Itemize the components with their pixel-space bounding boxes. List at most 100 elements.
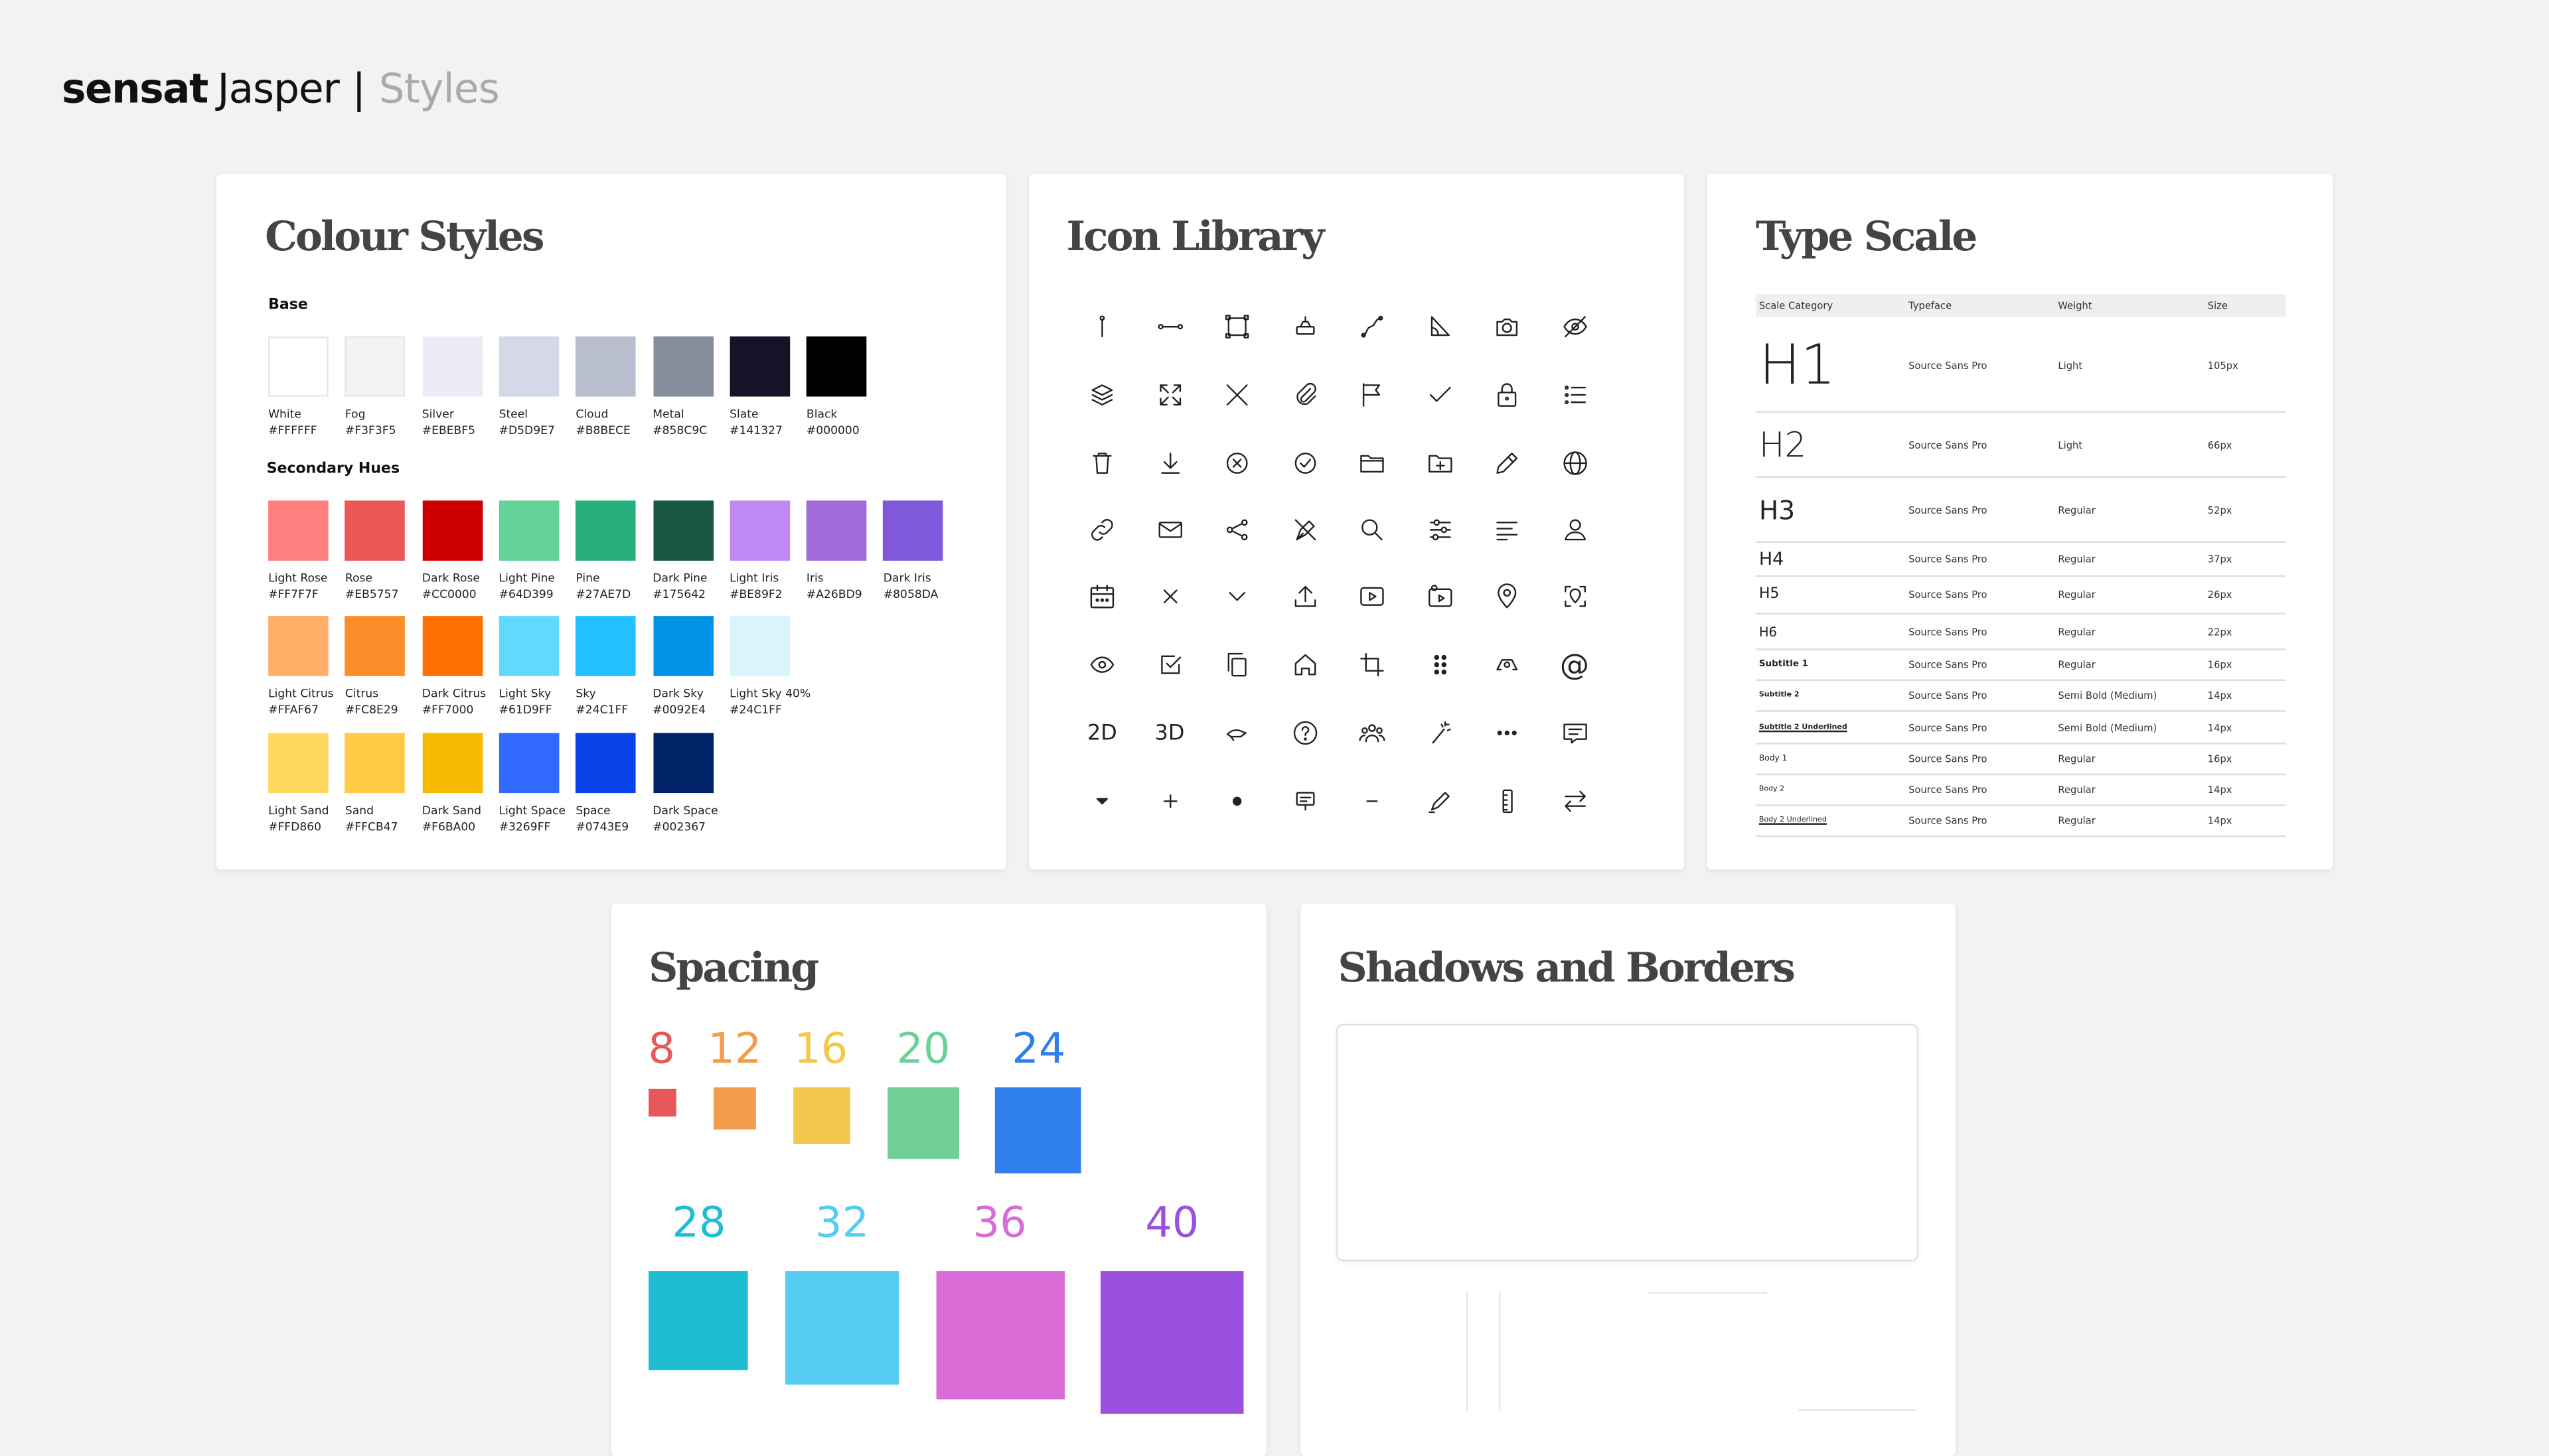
2d-icon: 2D: [1086, 717, 1119, 749]
swatch-hex: #24C1FF: [576, 703, 629, 717]
swatch-color: [268, 733, 329, 794]
layers-icon: [1086, 379, 1119, 411]
design-system-canvas: sensat Jasper | Styles Colour Styles Bas…: [0, 0, 2549, 1456]
spacing-label-40: 40: [1145, 1199, 1199, 1248]
spacing-label-16: 16: [794, 1025, 848, 1074]
at-icon-label: @: [1559, 647, 1589, 682]
swatch-dark-sand: Dark Sand #F6BA00: [422, 733, 483, 835]
globe-icon: [1558, 447, 1590, 479]
3d-icon: 3D: [1154, 717, 1186, 749]
swatch-name: Cloud: [576, 407, 609, 421]
flag-icon: [1355, 379, 1388, 411]
spacing-block-40: [1100, 1271, 1244, 1414]
type-weight: Regular: [2058, 626, 2096, 638]
dot-icon: [1221, 785, 1253, 818]
swatch-hex: #000000: [806, 424, 860, 437]
type-size: 14px: [2207, 816, 2232, 828]
swatch-hex: #141327: [730, 424, 783, 437]
swatch-name: Sky: [576, 687, 596, 701]
swatch-name: Light Space: [499, 804, 566, 818]
type-weight: Regular: [2058, 504, 2096, 516]
spacing-block-24: [994, 1087, 1081, 1174]
swatch-name: Dark Iris: [883, 572, 931, 585]
check-circle-icon: [1288, 447, 1321, 479]
swatch-citrus: Citrus #FC8E29: [345, 616, 406, 718]
type-size: 14px: [2207, 690, 2232, 702]
type-weight: Regular: [2058, 589, 2096, 602]
swatch-light-space: Light Space #3269FF: [499, 733, 566, 835]
help-icon: [1288, 717, 1321, 749]
shadows-borders-title: Shadows and Borders: [1338, 944, 1796, 991]
at-icon: @: [1558, 647, 1590, 682]
swatch-color: [268, 336, 329, 397]
bounding-box-icon: [1221, 311, 1253, 343]
swatch-color: [422, 733, 483, 794]
swatch-color: [730, 500, 790, 561]
swatch-hex: #858C9C: [653, 424, 708, 437]
brand-logo: sensat: [62, 64, 208, 111]
secondary-heading: Secondary Hues: [266, 461, 400, 478]
home-icon: [1288, 648, 1321, 681]
type-row-subtitle-2-underlined: Subtitle 2 Underlined Source Sans Pro Semi…: [1755, 712, 2286, 745]
swatch-hex: #FFFFFF: [268, 424, 317, 437]
swatch-hex: #EBEBF5: [422, 424, 476, 437]
spacing-label-36: 36: [972, 1199, 1027, 1248]
type-sample: Subtitle 2: [1758, 692, 1800, 700]
type-size: 26px: [2207, 589, 2232, 602]
pencil-icon: [1491, 447, 1523, 479]
type-weight: Light: [2058, 360, 2083, 372]
swatch-name: Metal: [653, 407, 684, 421]
location-focus-icon: [1558, 580, 1590, 613]
type-row-h2: H2 Source Sans Pro Light 66px: [1755, 413, 2286, 478]
swatch-light-iris: Light Iris #BE89F2: [730, 500, 790, 603]
swatch-name: White: [268, 407, 301, 421]
swatch-name: Light Sky 40%: [730, 687, 811, 701]
spacing-block-32: [785, 1271, 899, 1385]
folder-add-icon: [1423, 447, 1456, 479]
border-sample-horizontal-1: [1648, 1291, 1768, 1294]
type-sample: Body 2: [1758, 786, 1785, 794]
type-typeface: Source Sans Pro: [1908, 626, 1987, 638]
download-icon: [1154, 447, 1186, 479]
type-size: 16px: [2207, 754, 2232, 766]
swatch-hex: #BE89F2: [730, 588, 783, 602]
swatch-cloud: Cloud #B8BECE: [576, 336, 637, 439]
type-row-body-1: Body 1 Source Sans Pro Regular 16px: [1755, 745, 2286, 776]
swatch-color: [499, 336, 560, 397]
swatch-light-sky-40: Light Sky 40% #24C1FF: [730, 616, 811, 718]
swatch-color: [268, 500, 329, 561]
swatch-color: [576, 616, 637, 676]
swatch-hex: #D5D9E7: [499, 424, 555, 437]
x-icon: [1154, 580, 1186, 613]
type-weight: Light: [2058, 439, 2083, 451]
header-typeface: Typeface: [1908, 301, 1952, 313]
swatch-color: [422, 616, 483, 676]
swatch-sand: Sand #FFCB47: [345, 733, 406, 835]
type-sample: H5: [1758, 587, 1780, 603]
swatch-hex: #FFCB47: [345, 820, 398, 834]
spacing-label-28: 28: [672, 1199, 726, 1248]
minus-icon: [1355, 785, 1388, 818]
swatch-sky: Sky #24C1FF: [576, 616, 637, 718]
eye-icon: [1086, 648, 1119, 681]
swatch-color: [576, 733, 637, 794]
swatch-hex: #EB5757: [345, 588, 399, 602]
type-sample: Subtitle 1: [1758, 660, 1809, 670]
swatch-rose: Rose #EB5757: [345, 500, 406, 603]
swatch-pine: Pine #27AE7D: [576, 500, 637, 603]
type-sample: Body 2 Underlined: [1758, 816, 1827, 825]
paperclip-icon: [1288, 379, 1321, 411]
swatch-name: Dark Sand: [422, 804, 482, 818]
swatch-fog: Fog #F3F3F5: [345, 336, 406, 439]
swatch-hex: #0092E4: [653, 703, 706, 717]
user-icon: [1558, 514, 1590, 546]
people-shield-icon: [1491, 648, 1523, 681]
swatch-light-sand: Light Sand #FFD860: [268, 733, 329, 835]
swatch-color: [499, 616, 560, 676]
swatch-hex: #FF7000: [422, 703, 474, 717]
excavator-icon: [1288, 311, 1321, 343]
type-row-body-2-underlined: Body 2 Underlined Source Sans Pro Regular 1…: [1755, 806, 2286, 837]
spacing-block-36: [936, 1271, 1065, 1400]
swatch-color: [268, 616, 329, 676]
type-size: 14px: [2207, 722, 2232, 734]
